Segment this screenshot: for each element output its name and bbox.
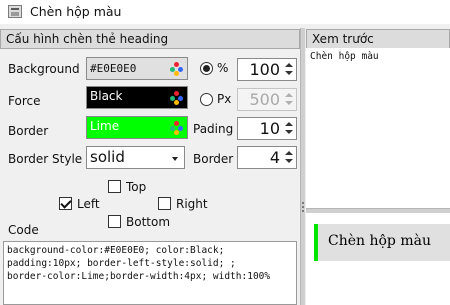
increment-icon[interactable] (285, 151, 293, 155)
border-style-label: Border Style (8, 152, 83, 166)
heading-preview-text: Chèn hộp màu (328, 233, 431, 249)
padding-label: Pading (193, 122, 234, 136)
code-textarea[interactable]: background-color:#E0E0E0; color:Black; p… (3, 241, 297, 305)
decrement-icon[interactable] (285, 71, 293, 75)
preview-render-pane: Chèn hộp màu (306, 213, 450, 305)
padding-value: 10 (259, 119, 280, 138)
decrement-icon[interactable] (285, 159, 293, 163)
palette-icon[interactable] (170, 62, 184, 76)
decrement-icon[interactable] (285, 130, 293, 134)
top-label: Top (126, 180, 147, 194)
force-color-value: Black (90, 89, 123, 103)
preview-source-text: Chèn hộp màu (310, 51, 379, 62)
px-radio[interactable] (200, 93, 213, 106)
left-label: Left (77, 197, 100, 211)
title-bar: Chèn hộp màu (0, 0, 450, 24)
preview-panel-header: Xem trước (306, 29, 450, 49)
stepper-arrows[interactable] (284, 149, 294, 166)
width-percent-value: 100 (249, 60, 280, 79)
stepper-arrows[interactable] (284, 91, 294, 108)
app-window-icon (8, 5, 22, 18)
increment-icon[interactable] (285, 63, 293, 67)
top-checkbox[interactable] (108, 180, 121, 193)
code-label: Code (8, 223, 39, 237)
bottom-label: Bottom (126, 215, 171, 229)
splitter-grip (302, 202, 304, 204)
border-width-label: Border (193, 152, 234, 166)
splitter-grip (302, 210, 304, 212)
px-label: Px (217, 92, 232, 106)
preview-source-pane[interactable]: Chèn hộp màu (306, 48, 450, 208)
border-style-select[interactable]: solid (86, 146, 185, 169)
width-px-value: 500 (249, 90, 280, 109)
palette-icon[interactable] (170, 91, 184, 105)
right-checkbox[interactable] (158, 197, 171, 210)
increment-icon[interactable] (285, 93, 293, 97)
stepper-arrows[interactable] (284, 61, 294, 78)
window-title: Chèn hộp màu (30, 4, 122, 19)
width-percent-stepper[interactable]: 100 (237, 58, 297, 81)
decrement-icon[interactable] (285, 101, 293, 105)
background-color-value: #E0E0E0 (90, 62, 137, 75)
splitter-grip (302, 206, 304, 208)
padding-stepper[interactable]: 10 (237, 117, 297, 140)
border-color-value: Lime (90, 119, 120, 133)
border-color-field[interactable]: Lime (86, 116, 188, 139)
left-checkbox[interactable] (59, 197, 72, 210)
right-label: Right (176, 197, 208, 211)
border-style-value: solid (90, 148, 125, 166)
percent-label: % (217, 61, 229, 75)
force-color-field[interactable]: Black (86, 86, 188, 109)
stepper-arrows[interactable] (284, 120, 294, 137)
border-color-label: Border (8, 124, 49, 138)
background-color-field[interactable]: #E0E0E0 (86, 57, 188, 80)
percent-radio[interactable] (200, 62, 213, 75)
background-label: Background (8, 62, 80, 76)
bottom-checkbox[interactable] (108, 215, 121, 228)
settings-panel-header: Cấu hình chèn thẻ heading (0, 29, 300, 49)
increment-icon[interactable] (285, 122, 293, 126)
border-width-value: 4 (269, 148, 280, 167)
chevron-down-icon[interactable] (172, 157, 178, 161)
palette-icon[interactable] (170, 121, 184, 135)
force-label: Force (8, 94, 41, 108)
width-px-stepper[interactable]: 500 (237, 88, 297, 111)
heading-preview-box: Chèn hộp màu (314, 224, 450, 261)
border-width-stepper[interactable]: 4 (237, 146, 297, 169)
vertical-splitter[interactable] (300, 28, 305, 305)
